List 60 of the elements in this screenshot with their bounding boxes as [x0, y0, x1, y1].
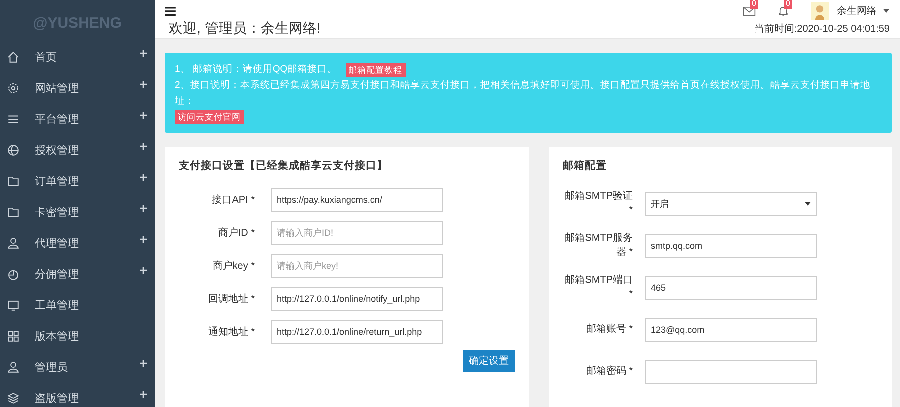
- nav-item[interactable]: 分佣管理: [0, 259, 155, 290]
- input-field[interactable]: https://pay.kuxiangcms.cn/: [271, 188, 443, 212]
- current-time: 当前时间:2020-10-25 04:01:59: [754, 22, 890, 36]
- submit-button[interactable]: 确定设置: [463, 350, 515, 372]
- gear-icon: [7, 82, 20, 95]
- nav-item[interactable]: 网站管理: [0, 73, 155, 104]
- caret-icon: [805, 202, 811, 206]
- field-label: 邮箱密码 *: [585, 365, 633, 379]
- notice-text: 1、 邮箱说明：请使用QQ邮箱接口。: [175, 63, 338, 77]
- input-field[interactable]: 请输入商户ID!: [271, 220, 443, 244]
- menu-icon[interactable]: [165, 6, 176, 16]
- bell-icon[interactable]: [777, 6, 790, 16]
- count-badge: 0: [784, 0, 792, 9]
- screen-icon: [7, 299, 20, 312]
- nav-item[interactable]: 平台管理: [0, 104, 155, 135]
- input-field[interactable]: [645, 360, 817, 384]
- mail-icon[interactable]: [743, 6, 756, 16]
- nav-item[interactable]: 授权管理: [0, 135, 155, 166]
- nav-item[interactable]: 卡密管理: [0, 197, 155, 228]
- folder-icon: [7, 206, 20, 219]
- nav-item[interactable]: 工单管理: [0, 290, 155, 321]
- notice-text: 2、接口说明：本系统已经集成第四方易支付接口和酷享云支付接口，把相关信息填好即可使用。接口配置只提供给首页在线授权使用。酷享云支付接口申请地址：: [175, 79, 872, 109]
- input-field[interactable]: 请输入商户key!: [271, 254, 443, 278]
- input-field[interactable]: http://127.0.0.1/online/return_url.php: [271, 320, 443, 344]
- field-label: 商户key *: [212, 260, 255, 272]
- nav-item[interactable]: 管理员: [0, 352, 155, 383]
- welcome-text: 欢迎, 管理员：余生网络!: [169, 20, 321, 38]
- input-field[interactable]: http://127.0.0.1/online/notify_url.php: [271, 286, 443, 310]
- input-field[interactable]: smtp.qq.com: [645, 234, 817, 258]
- field-label: 回调地址 *: [207, 292, 255, 306]
- nav-item[interactable]: 盗版管理: [0, 383, 155, 407]
- card-title: 支付接口设置【已经集成酷享云支付接口】: [179, 159, 389, 173]
- user-menu[interactable]: 余生网络: [837, 4, 877, 18]
- field-label: 邮箱SMTP端口 *: [564, 274, 633, 302]
- field-label: 通知地址 *: [207, 326, 255, 338]
- nav-item[interactable]: 订单管理: [0, 166, 155, 197]
- pie-icon: [7, 268, 20, 281]
- home-icon: [7, 51, 20, 64]
- card-title: 邮箱配置: [563, 159, 608, 173]
- nav-item[interactable]: 版本管理: [0, 321, 155, 352]
- field-label: 接口API *: [211, 194, 255, 206]
- folder-icon: [7, 175, 20, 188]
- field-label: 邮箱SMTP验证 *: [564, 190, 633, 218]
- avatar-icon: [811, 2, 829, 20]
- field-label: 商户ID *: [217, 226, 255, 240]
- layers-icon: [7, 392, 20, 405]
- nav-item[interactable]: 首页: [0, 42, 155, 73]
- caret-icon: [883, 9, 890, 13]
- field-label: 邮箱SMTP服务器 *: [564, 232, 633, 260]
- select-field[interactable]: 开启: [645, 192, 817, 216]
- user-icon: [7, 237, 20, 250]
- ball-icon: [7, 144, 20, 157]
- menu-icon: [7, 113, 20, 126]
- count-badge: 0: [750, 0, 758, 9]
- user-icon: [7, 361, 20, 374]
- input-field[interactable]: 123@qq.com: [645, 318, 817, 342]
- nav-item[interactable]: 代理管理: [0, 228, 155, 259]
- field-label: 邮箱账号 *: [585, 323, 633, 337]
- grid-icon: [7, 330, 20, 343]
- input-field[interactable]: 465: [645, 276, 817, 300]
